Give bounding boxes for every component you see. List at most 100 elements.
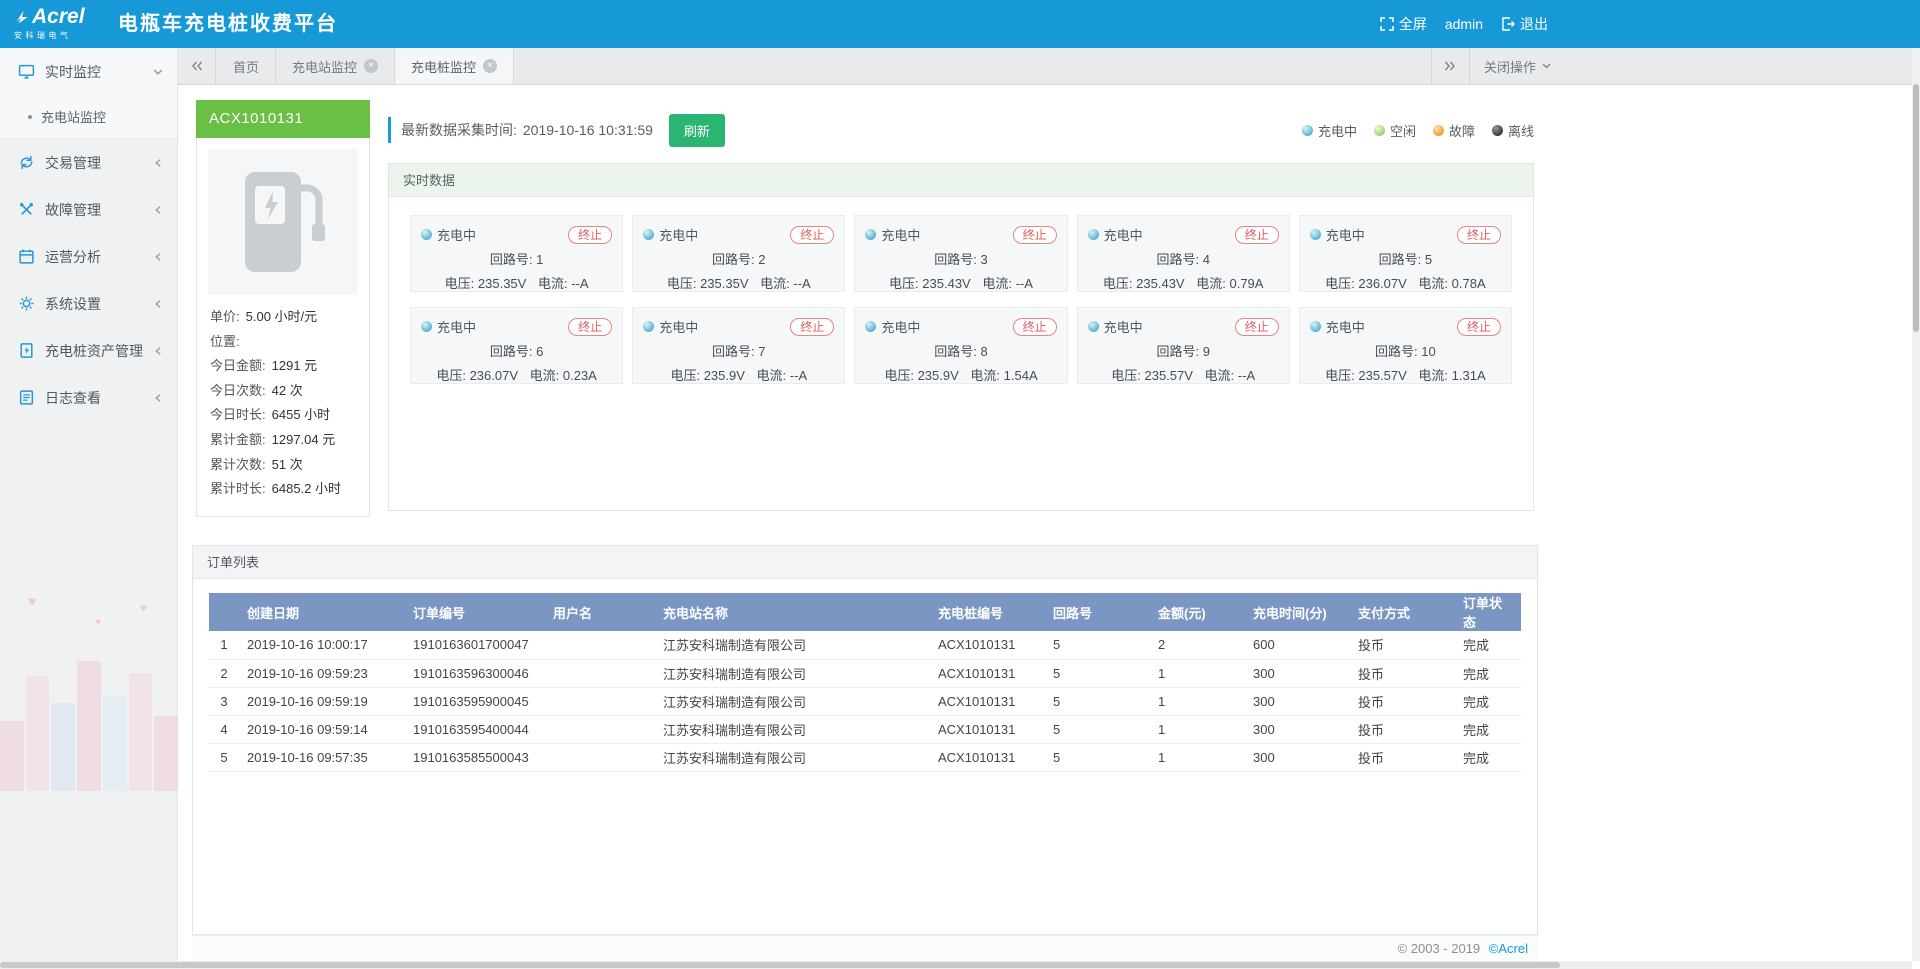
- orders-panel: 订单列表 创建日期订单编号用户名充电站名称充电桩编号回路号金额(元)充电时间(分…: [192, 545, 1538, 935]
- vertical-scrollbar[interactable]: [1912, 48, 1920, 961]
- cell-charge-minutes: 300: [1245, 687, 1350, 715]
- bullet-icon: [28, 115, 32, 119]
- circuit-label: 回路号:: [490, 252, 533, 267]
- circuit-number: 6: [536, 344, 543, 359]
- terminate-button[interactable]: 终止: [790, 318, 834, 336]
- logout-label: 退出: [1520, 14, 1548, 34]
- voltage-current-line: 电压: 235.35V 电流: --A: [421, 273, 612, 292]
- user-menu[interactable]: admin: [1445, 16, 1483, 32]
- double-chevron-right-icon: [1444, 61, 1456, 71]
- cell-station-name: 江苏安科瑞制造有限公司: [655, 715, 930, 743]
- gear-icon: [18, 295, 35, 312]
- tab-pile-monitor[interactable]: 充电桩监控: [395, 48, 514, 84]
- terminate-button[interactable]: 终止: [568, 226, 612, 244]
- cell-amount: 2: [1150, 631, 1245, 659]
- circuit-card: 充电中 终止 回路号: 4 电压: 235.43V 电流: 0.79A: [1077, 215, 1290, 292]
- logout-button[interactable]: 退出: [1501, 14, 1548, 34]
- horizontal-scrollbar-thumb[interactable]: [0, 962, 1560, 968]
- stat-label: 今日时长:: [210, 403, 266, 428]
- sidebar-item-analysis[interactable]: 运营分析: [0, 233, 177, 280]
- close-operations-button[interactable]: 关闭操作: [1469, 48, 1565, 84]
- terminate-button[interactable]: 终止: [1235, 226, 1279, 244]
- current-label: 电流:: [757, 368, 787, 383]
- close-tab-icon[interactable]: [483, 59, 497, 73]
- current-value: 1.54A: [1004, 368, 1038, 383]
- fault-dot-icon: [1433, 125, 1444, 136]
- circuit-card: 充电中 终止 回路号: 9 电压: 235.57V 电流: --A: [1077, 307, 1290, 384]
- cell-create-date: 2019-10-16 09:59:14: [239, 715, 405, 743]
- chevron-left-icon: [154, 299, 163, 309]
- legend-offline: 离线: [1492, 121, 1534, 140]
- tabs-scroll-right-button[interactable]: [1431, 48, 1469, 84]
- circuit-number: 7: [758, 344, 765, 359]
- fullscreen-button[interactable]: 全屏: [1380, 14, 1427, 34]
- terminate-button[interactable]: 终止: [790, 226, 834, 244]
- circuit-card: 充电中 终止 回路号: 1 电压: 235.35V 电流: --A: [410, 215, 623, 292]
- chevron-down-icon: [153, 67, 163, 77]
- terminate-button[interactable]: 终止: [1235, 318, 1279, 336]
- current-label: 电流:: [530, 368, 560, 383]
- terminate-button[interactable]: 终止: [1013, 318, 1057, 336]
- sidebar-item-settings[interactable]: 系统设置: [0, 280, 177, 327]
- cell-station-name: 江苏安科瑞制造有限公司: [655, 687, 930, 715]
- cell-pay-method: 投币: [1350, 743, 1455, 771]
- horizontal-scrollbar[interactable]: [0, 961, 1912, 969]
- circuit-card: 充电中 终止 回路号: 3 电压: 235.43V 电流: --A: [854, 215, 1067, 292]
- vertical-scrollbar-thumb[interactable]: [1913, 84, 1919, 332]
- cell-pile-number: ACX1010131: [930, 659, 1045, 687]
- charging-pile-icon: [18, 342, 35, 359]
- cell-station-name: 江苏安科瑞制造有限公司: [655, 743, 930, 771]
- sidebar-item-realtime-monitor[interactable]: 实时监控: [0, 48, 177, 95]
- legend-label: 空闲: [1390, 121, 1416, 140]
- document-icon: [18, 389, 35, 406]
- stat-label: 累计金额:: [210, 428, 266, 453]
- charging-status-dot: [1310, 321, 1321, 332]
- current-value: --A: [790, 368, 807, 383]
- circuit-number-line: 回路号: 2: [643, 249, 834, 268]
- circuit-number-line: 回路号: 5: [1310, 249, 1501, 268]
- tab-station-monitor[interactable]: 充电站监控: [276, 48, 395, 84]
- chevron-left-icon: [154, 393, 163, 403]
- cell-charge-minutes: 600: [1245, 631, 1350, 659]
- table-row: 1 2019-10-16 10:00:17 1910163601700047 江…: [209, 631, 1521, 659]
- sidebar-item-station-monitor[interactable]: 充电站监控: [0, 95, 177, 139]
- voltage-label: 电压:: [1103, 276, 1133, 291]
- voltage-current-line: 电压: 235.9V 电流: --A: [643, 365, 834, 384]
- terminate-button[interactable]: 终止: [1457, 318, 1501, 336]
- tabs-scroll-left-button[interactable]: [178, 48, 216, 84]
- circuit-card: 充电中 终止 回路号: 10 电压: 235.57V 电流: 1.31A: [1299, 307, 1512, 384]
- sidebar-item-transaction[interactable]: 交易管理: [0, 139, 177, 186]
- sidebar-item-label: 充电桩资产管理: [45, 341, 143, 361]
- current-label: 电流:: [1418, 276, 1448, 291]
- cell-row-number: 4: [209, 715, 239, 743]
- copyright-text: © 2003 - 2019: [1398, 941, 1481, 956]
- footer-brand-link[interactable]: ©Acrel: [1489, 941, 1528, 956]
- voltage-current-line: 电压: 236.07V 电流: 0.78A: [1310, 273, 1501, 292]
- open-tabs: 首页 充电站监控 充电桩监控: [217, 48, 514, 84]
- refresh-button[interactable]: 刷新: [669, 114, 725, 147]
- circuit-number: 3: [981, 252, 988, 267]
- charging-status-dot: [865, 321, 876, 332]
- heart-icon: [95, 617, 101, 628]
- circuit-number-line: 回路号: 3: [865, 249, 1056, 268]
- cell-row-number: 3: [209, 687, 239, 715]
- tab-home[interactable]: 首页: [217, 48, 276, 84]
- terminate-button[interactable]: 终止: [568, 318, 612, 336]
- sidebar-item-logs[interactable]: 日志查看: [0, 374, 177, 421]
- app-root: Acrel 安科瑞电气 电瓶车充电桩收费平台 全屏 admin 退出: [0, 0, 1920, 969]
- terminate-button[interactable]: 终止: [1457, 226, 1501, 244]
- circuit-label: 回路号:: [1156, 344, 1199, 359]
- sidebar-item-label: 实时监控: [45, 62, 101, 82]
- sidebar-item-fault[interactable]: 故障管理: [0, 186, 177, 233]
- column-header: 充电时间(分): [1245, 593, 1350, 631]
- stat-label: 单价:: [210, 305, 240, 330]
- close-tab-icon[interactable]: [364, 59, 378, 73]
- circuit-card: 充电中 终止 回路号: 8 电压: 235.9V 电流: 1.54A: [854, 307, 1067, 384]
- current-value: 0.23A: [563, 368, 597, 383]
- sidebar-item-asset-management[interactable]: 充电桩资产管理: [0, 327, 177, 374]
- terminate-button[interactable]: 终止: [1013, 226, 1057, 244]
- cell-pay-method: 投币: [1350, 715, 1455, 743]
- tab-label: 充电站监控: [292, 57, 357, 76]
- charger-illustration: [208, 149, 358, 295]
- card-status-row: 充电中 终止: [865, 225, 1056, 244]
